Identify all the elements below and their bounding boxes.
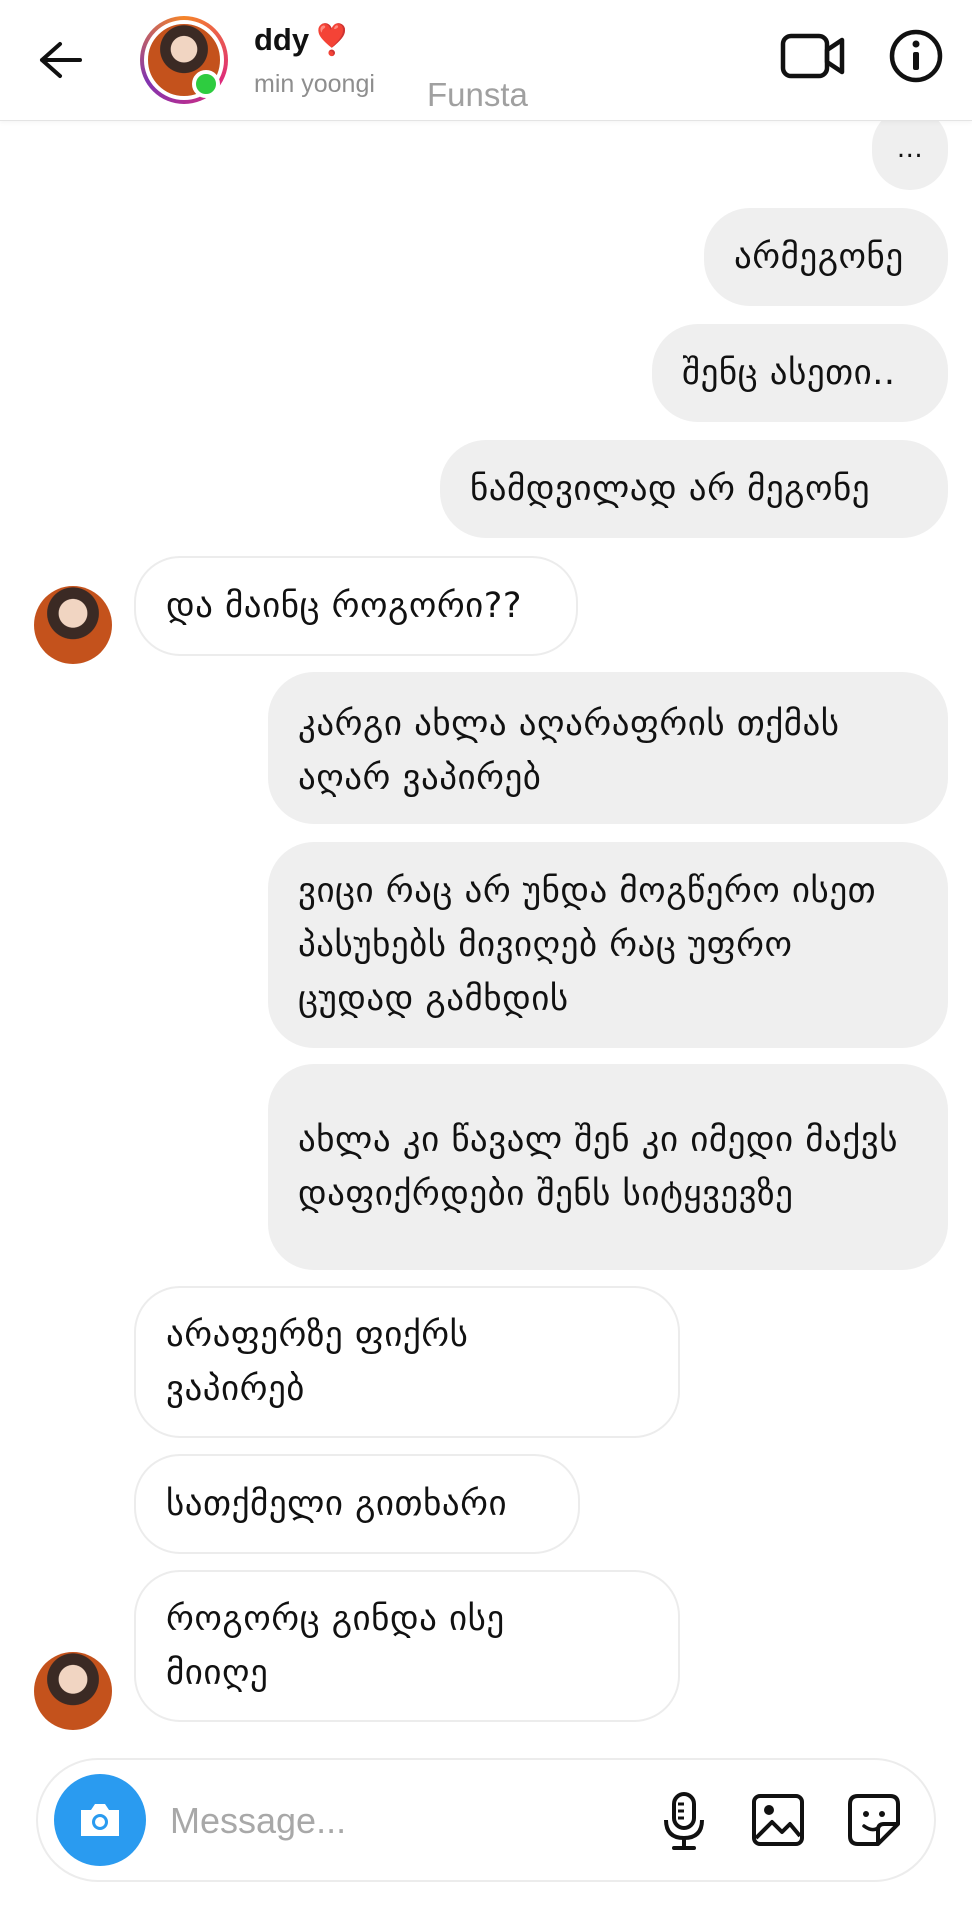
- gallery-button[interactable]: [748, 1790, 808, 1850]
- sticker-button[interactable]: [844, 1790, 904, 1850]
- message-bubble-incoming[interactable]: როგორც გინდა ისე მიიღე: [134, 1570, 680, 1722]
- contact-avatar[interactable]: [34, 586, 112, 664]
- message-bubble-outgoing[interactable]: არმეგონე: [704, 208, 948, 306]
- arrow-left-icon: [40, 42, 82, 78]
- contact-avatar[interactable]: [34, 1652, 112, 1730]
- message-text: როგორც გინდა ისე მიიღე: [166, 1599, 505, 1693]
- contact-username: min yoongi: [254, 70, 375, 98]
- message-bubble-incoming[interactable]: სათქმელი გითხარი: [134, 1454, 580, 1554]
- microphone-button[interactable]: [654, 1790, 714, 1852]
- message-text: სათქმელი გითხარი: [166, 1484, 508, 1524]
- heart-emoji: ❣️: [313, 24, 351, 57]
- message-input[interactable]: [168, 1788, 652, 1854]
- message-text: შენც ასეთი..: [682, 353, 896, 393]
- video-call-button[interactable]: [780, 28, 846, 84]
- message-text: კარგი ახლა აღარაფრის თქმას აღარ ვაპირებ: [298, 704, 840, 798]
- funsta-label: Funsta: [427, 76, 528, 113]
- back-button[interactable]: [28, 28, 92, 92]
- camera-icon: [81, 1804, 119, 1836]
- message-composer: [36, 1758, 936, 1882]
- message-bubble-outgoing[interactable]: შენც ასეთი..: [652, 324, 948, 422]
- message-bubble-outgoing[interactable]: ნამდვილად არ მეგონე: [440, 440, 948, 538]
- contact-name[interactable]: ddy ❣️: [254, 22, 350, 58]
- message-text: ...: [896, 134, 924, 164]
- message-bubble-incoming[interactable]: არაფერზე ფიქრს ვაპირებ: [134, 1286, 680, 1438]
- camera-button[interactable]: [54, 1774, 146, 1866]
- info-button[interactable]: [888, 28, 944, 84]
- message-thread[interactable]: ... არმეგონე შენც ასეთი.. ნამდვილად არ მ…: [0, 0, 972, 1740]
- online-status-indicator: [192, 70, 220, 98]
- image-icon: [752, 1794, 804, 1846]
- message-text: ვიცი რაც არ უნდა მოგწერო ისეთ პასუხებს მ…: [298, 871, 877, 1019]
- video-camera-icon: [780, 33, 845, 79]
- message-text: არმეგონე: [734, 237, 904, 277]
- message-bubble-outgoing[interactable]: ახლა კი წავალ შენ კი იმედი მაქვს დაფიქრდ…: [268, 1064, 948, 1270]
- message-text: და მაინც როგორი??: [166, 586, 522, 626]
- message-text: ახლა კი წავალ შენ კი იმედი მაქვს დაფიქრდ…: [298, 1120, 898, 1214]
- sticker-icon: [848, 1794, 900, 1846]
- message-text: ნამდვილად არ მეგონე: [470, 469, 871, 509]
- info-icon: [889, 29, 943, 83]
- message-bubble-incoming[interactable]: და მაინც როგორი??: [134, 556, 578, 656]
- message-bubble-outgoing[interactable]: ვიცი რაც არ უნდა მოგწერო ისეთ პასუხებს მ…: [268, 842, 948, 1048]
- microphone-icon: [664, 1792, 704, 1850]
- message-text: არაფერზე ფიქრს ვაპირებ: [166, 1315, 469, 1409]
- chat-header: ddy ❣️ min yoongi Funsta: [0, 0, 972, 121]
- message-bubble-outgoing[interactable]: კარგი ახლა აღარაფრის თქმას აღარ ვაპირებ: [268, 672, 948, 824]
